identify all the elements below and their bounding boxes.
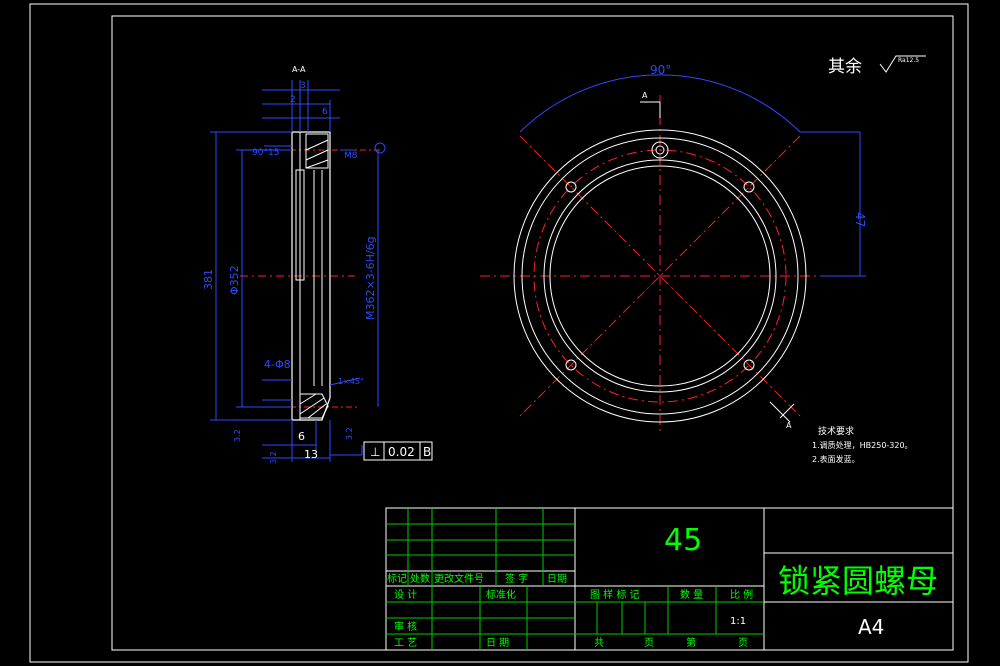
total-label: 共 — [594, 637, 604, 649]
ra-left: 3.2 — [233, 429, 242, 442]
design-label: 设 计 — [394, 588, 417, 601]
tech-title: 技术要求 — [818, 425, 854, 437]
tech-item-2: 2.表面发蓝。 — [812, 454, 860, 464]
sheet-size: A4 — [858, 615, 884, 639]
cut-label-bottom: A — [786, 421, 792, 430]
section-title: A-A — [292, 65, 306, 74]
page2-label: 页 — [738, 637, 748, 649]
section-view: ⊥ 0.02 B A-A 3 2 6 90° 15 M8 381 Φ352 M3… — [202, 65, 433, 464]
tolerance-datum: B — [423, 445, 431, 459]
dim-15: 15 — [268, 148, 279, 158]
rev-header-sign: 签 字 — [505, 572, 528, 585]
plan-view: 90° 47 A A — [480, 63, 867, 432]
rev-header-file: 更改文件号 — [434, 572, 484, 585]
tech-item-1: 1.调质处理，HB250-320。 — [812, 440, 913, 450]
dim-2: 2 — [290, 95, 296, 105]
rev-header-date: 日期 — [547, 573, 567, 585]
cad-drawing: ⊥ 0.02 B A-A 3 2 6 90° 15 M8 381 Φ352 M3… — [29, 3, 969, 663]
pattern-mark-label: 图 样 标 记 — [590, 588, 640, 601]
dim-6-top: 6 — [322, 107, 328, 117]
tolerance-symbol: ⊥ — [370, 445, 380, 459]
roughness-label: 其余 — [828, 57, 862, 77]
dim-m8: M8 — [344, 151, 358, 161]
date-label: 日 期 — [486, 637, 509, 649]
dim-352: Φ352 — [228, 265, 241, 295]
no-label: 第 — [686, 636, 696, 649]
part-name: 锁紧圆螺母 — [778, 562, 938, 600]
cut-label-top: A — [642, 91, 648, 100]
dim-13: 13 — [304, 448, 318, 461]
page-label: 页 — [644, 637, 654, 649]
quantity-label: 数 量 — [680, 588, 703, 601]
hole-spec: 4-Φ8 — [264, 358, 291, 371]
scale-value: 1:1 — [730, 616, 746, 627]
ra-bottom: 3.2 — [269, 451, 278, 464]
process-label: 工 艺 — [394, 637, 417, 649]
review-label: 审 核 — [394, 620, 417, 633]
rev-header-count: 处数 — [410, 572, 430, 585]
chamfer: 1×45° — [338, 377, 364, 386]
ra-right: 3.2 — [345, 427, 354, 440]
dim-90deg: 90° — [252, 148, 268, 158]
dim-3: 3 — [300, 81, 306, 91]
tolerance-value: 0.02 — [388, 445, 415, 459]
dim-6: 6 — [298, 430, 305, 443]
material: 45 — [664, 523, 702, 558]
roughness-value: Ra12.5 — [898, 57, 919, 64]
plan-angle: 90° — [650, 63, 671, 77]
scale-label: 比 例 — [730, 588, 753, 601]
standardize-label: 标准化 — [486, 588, 516, 601]
rev-header-mark: 标记 — [387, 573, 407, 585]
dim-381: 381 — [202, 269, 215, 290]
plan-dim-47: 47 — [853, 212, 867, 227]
thread-spec: M362×3-6H/6g — [364, 236, 377, 320]
